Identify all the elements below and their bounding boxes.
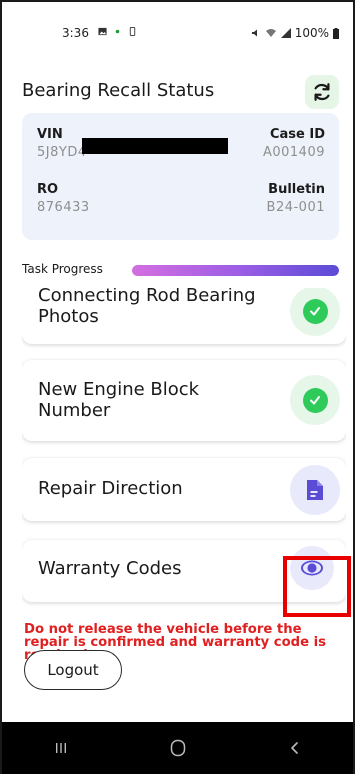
- document-status-icon: [290, 465, 340, 515]
- ro-value: 876433: [37, 200, 90, 215]
- vin-cell: VIN 5J8YD4: [37, 127, 87, 160]
- check-icon: [302, 298, 328, 324]
- app-screen: 3:36 100% Bearing Recall Status VIN 5J8Y…: [0, 0, 355, 774]
- check-icon: [302, 387, 328, 413]
- case-id-label: Case ID: [269, 127, 325, 142]
- task-card-new-engine-block-number[interactable]: New Engine Block Number: [22, 360, 346, 441]
- page-title: Bearing Recall Status: [22, 80, 215, 101]
- battery-icon: [333, 27, 339, 39]
- header: Bearing Recall Status: [22, 72, 339, 112]
- refresh-icon: [314, 83, 330, 101]
- battery-percent: 100%: [294, 26, 329, 40]
- phone-icon: [129, 27, 136, 36]
- vin-value: 5J8YD4: [37, 145, 87, 160]
- task-label: New Engine Block Number: [38, 379, 200, 421]
- bulletin-value: B24-001: [266, 200, 325, 215]
- status-notification-icons: [98, 27, 137, 36]
- status-system-icons: 100%: [251, 26, 339, 40]
- logout-button[interactable]: Logout: [24, 650, 122, 690]
- refresh-button[interactable]: [305, 75, 339, 109]
- back-button[interactable]: [265, 728, 325, 768]
- progress-bar: [132, 265, 339, 276]
- document-icon: [307, 480, 323, 500]
- bulletin-label: Bulletin: [268, 182, 325, 197]
- recent-apps-button[interactable]: [31, 728, 91, 768]
- redaction-bar: [82, 138, 228, 154]
- bulletin-cell: Bulletin B24-001: [267, 182, 325, 215]
- wifi-icon: [265, 29, 276, 37]
- back-icon: [290, 742, 298, 754]
- ro-label: RO: [37, 182, 59, 197]
- case-id-value: A001409: [262, 145, 325, 160]
- gallery-icon: [98, 27, 107, 36]
- vehicle-info-card: VIN 5J8YD4 Case ID A001409 RO 876433 Bul…: [22, 113, 339, 240]
- task-progress-label: Task Progress: [22, 262, 103, 276]
- status-time: 3:36: [62, 26, 89, 40]
- dot-icon: [115, 29, 120, 34]
- task-card-repair-direction[interactable]: Repair Direction: [22, 458, 346, 521]
- ro-cell: RO 876433: [37, 182, 90, 215]
- home-icon: [170, 739, 185, 757]
- complete-status-icon: [290, 375, 340, 425]
- highlight-box: [283, 556, 351, 617]
- task-card-connecting-rod-bearing-photos[interactable]: Connecting Rod Bearing Photos: [22, 288, 346, 344]
- complete-status-icon: [290, 288, 340, 336]
- task-label: Connecting Rod Bearing Photos: [38, 288, 256, 327]
- vin-label: VIN: [37, 127, 63, 142]
- recent-apps-icon: [55, 743, 66, 753]
- home-button[interactable]: [148, 728, 208, 768]
- task-progress: Task Progress: [22, 259, 339, 279]
- system-nav-bar: [2, 722, 353, 774]
- task-label: Warranty Codes: [38, 558, 182, 579]
- signal-icon: [280, 28, 291, 38]
- status-bar: 3:36 100%: [2, 2, 353, 66]
- progress-bar-fill: [132, 265, 339, 276]
- task-label: Repair Direction: [38, 478, 183, 499]
- mute-icon: [251, 29, 257, 37]
- case-id-cell: Case ID A001409: [263, 127, 325, 160]
